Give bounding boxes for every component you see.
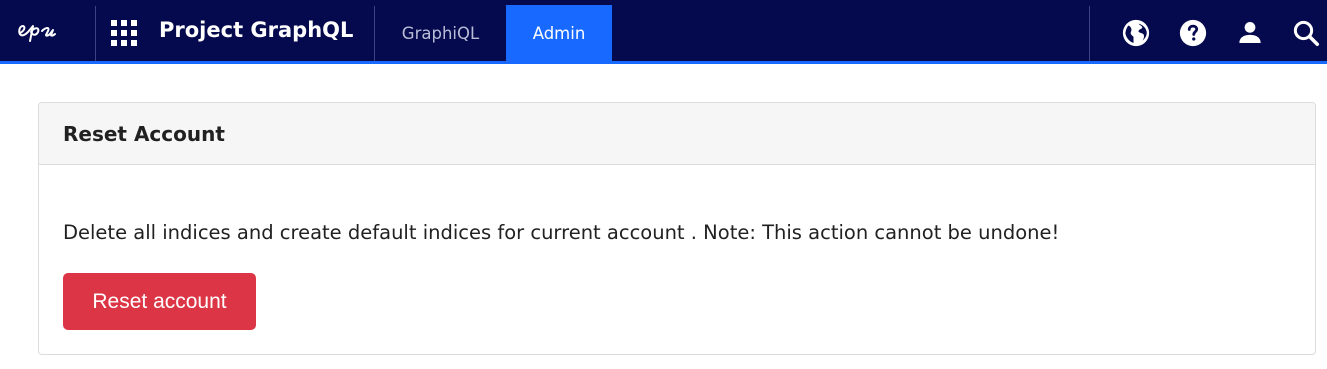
card-description: Delete all indices and create default in… [63,221,1060,244]
user-icon[interactable] [1234,17,1266,49]
search-icon[interactable] [1290,17,1322,49]
header-divider [1089,6,1090,61]
card-title: Reset Account [63,121,225,146]
reset-account-card: Reset Account Delete all indices and cre… [38,102,1316,355]
tab-admin[interactable]: Admin [506,5,612,61]
help-icon[interactable] [1177,17,1209,49]
apps-grid-icon[interactable] [111,20,137,46]
top-navigation-bar: Project GraphQL GraphiQL Admin [0,0,1327,64]
project-title: Project GraphQL [159,18,354,42]
card-header: Reset Account [39,103,1315,165]
globe-icon[interactable] [1120,17,1152,49]
reset-account-button[interactable]: Reset account [63,273,256,330]
tab-graphiql[interactable]: GraphiQL [375,5,506,61]
header-divider [95,6,96,61]
episerver-logo-icon[interactable] [16,17,78,45]
